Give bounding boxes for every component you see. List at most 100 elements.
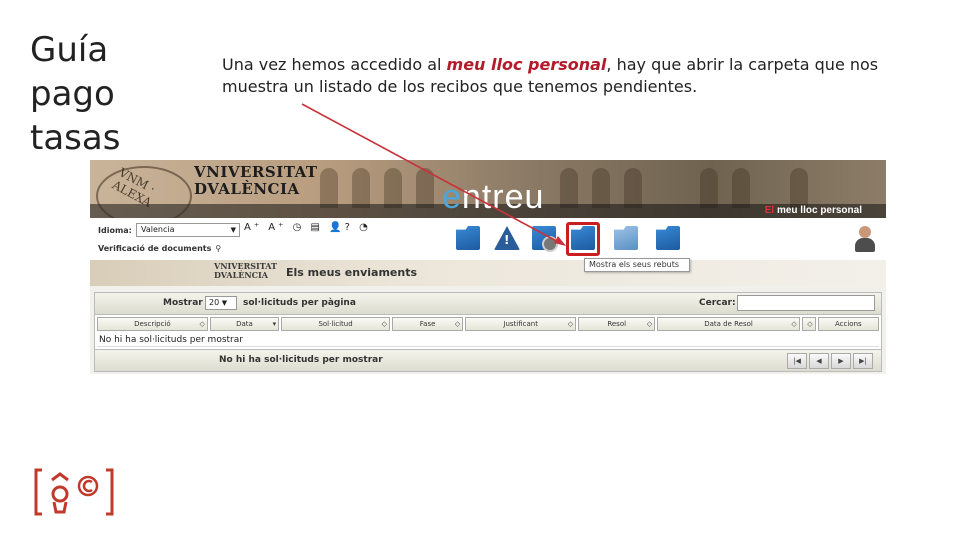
language-value: Valencia (141, 225, 175, 234)
page-size-select[interactable]: 20 ▼ (205, 296, 237, 310)
mostrar-label: Mostrar (163, 298, 203, 308)
section-uv-line-2: DVALÈNCIA (214, 270, 268, 280)
table-toolbar: Mostrar 20 ▼ sol·licituds per pàgina Cer… (95, 293, 881, 315)
col-data[interactable]: Data ▾ (209, 317, 280, 331)
sort-icon: ◇ (381, 320, 387, 328)
column-label: Accions (835, 320, 862, 328)
intro-before: Una vez hemos accedido al (222, 55, 447, 74)
university-logo: VNIVERSITAT DVALÈNCIA (194, 164, 318, 198)
user-icon[interactable] (854, 226, 876, 254)
banner-arch (624, 168, 642, 208)
brand-head (51, 485, 69, 503)
search-input[interactable] (737, 295, 875, 311)
title-line-2: pago (30, 74, 115, 114)
intro-highlight: meu lloc personal (446, 55, 607, 74)
sort-desc-icon: ▾ (272, 320, 277, 328)
section-university-logo: VNIVERSITAT DVALÈNCIA (214, 262, 277, 280)
banner-arch (352, 168, 370, 208)
accessibility-tools[interactable]: A⁺ A⁺ ◷ ▤ 👤? ◔ (244, 222, 371, 233)
meu-lloc-link[interactable]: El meu lloc personal (765, 205, 862, 216)
app-name: entreu (442, 178, 544, 217)
section-title: Els meus enviaments (286, 266, 418, 279)
banner-arch (320, 168, 338, 208)
footer-message: No hi ha sol·licituds per mostrar (219, 355, 383, 365)
next-page-button[interactable]: ▶ (831, 353, 851, 369)
university-seal: VNM · ALEXA (96, 165, 192, 218)
col-resol[interactable]: Resol ◇ (578, 317, 656, 331)
brand-chevron (51, 472, 69, 482)
brand-bracket-left (34, 468, 42, 516)
col-data-resol[interactable]: Data de Resol ◇ (657, 317, 800, 331)
banner-arch (790, 168, 808, 208)
brand-copyright-ring (77, 475, 99, 497)
search-icon: ⚲ (215, 244, 222, 253)
language-select[interactable]: Valencia ▼ (136, 223, 240, 237)
sort-icon: ◇ (199, 320, 205, 328)
tooltip: Mostra els seus rebuts (584, 258, 690, 272)
meu-lloc-prefix: El (764, 205, 777, 216)
app-name-e: e (442, 178, 462, 216)
pager: |◀ ◀ ▶ ▶| (785, 353, 873, 369)
table-footer: No hi ha sol·licituds per mostrar |◀ ◀ ▶… (95, 349, 881, 371)
first-page-button[interactable]: |◀ (787, 353, 807, 369)
col-justificant[interactable]: Justificant ◇ (465, 317, 577, 331)
sort-icon: ◇ (807, 320, 813, 328)
entreu-screenshot: VNM · ALEXA VNIVERSITAT DVALÈNCIA entreu… (90, 160, 886, 374)
empty-row-message: No hi ha sol·licituds per mostrar (97, 333, 879, 347)
title-line-1: Guía (30, 30, 109, 70)
last-page-button[interactable]: ▶| (853, 353, 873, 369)
chevron-down-icon: ▼ (230, 226, 236, 234)
col-descripcio[interactable]: Descripció ◇ (97, 317, 208, 331)
table-header: Descripció ◇ Data ▾ Sol·licitud ◇ Fase ◇ Jus… (97, 317, 880, 331)
banner-arch (560, 168, 578, 208)
verify-documents-label: Verificació de documents (98, 244, 212, 253)
col-sollicitud[interactable]: Sol·licitud ◇ (281, 317, 390, 331)
avatar-body (855, 238, 875, 252)
col-fase[interactable]: Fase ◇ (391, 317, 464, 331)
idioma-label: Idioma: (98, 226, 132, 235)
brand-logo (34, 468, 114, 516)
column-label: Resol (607, 320, 627, 328)
section-header: VNIVERSITAT DVALÈNCIA Els meus enviament… (90, 260, 886, 286)
chevron-down-icon: ▼ (221, 299, 228, 307)
brand-body (52, 501, 68, 514)
selected-icon-highlight (566, 222, 600, 256)
folder-icon[interactable] (456, 226, 480, 250)
banner-arch (732, 168, 750, 208)
title-line-3: tasas (30, 118, 121, 158)
column-label: Data de Resol (704, 320, 753, 328)
brand-copyright-c (82, 479, 93, 493)
sort-icon: ◇ (567, 320, 574, 328)
col-accions: Accions (817, 317, 880, 331)
banner-arch (592, 168, 610, 208)
banner: VNM · ALEXA VNIVERSITAT DVALÈNCIA entreu… (90, 160, 886, 218)
banner-arch (416, 168, 434, 208)
avatar-head (859, 226, 871, 238)
slide-title: Guía pago tasas (30, 28, 140, 160)
requests-table: Mostrar 20 ▼ sol·licituds per pàgina Cer… (94, 292, 882, 372)
col-extra[interactable]: ◇ (801, 317, 816, 331)
verify-documents-link[interactable]: Verificació de documents ⚲ (98, 244, 221, 253)
column-label: Justificant (503, 320, 538, 328)
page-size-value: 20 (209, 298, 220, 307)
column-label: Fase (419, 320, 436, 328)
app-name-rest: ntreu (461, 178, 545, 216)
sort-icon: ◇ (791, 320, 797, 328)
sort-icon: ◇ (454, 320, 461, 328)
film-folder-icon[interactable] (532, 226, 558, 252)
forward-icon[interactable] (614, 226, 638, 250)
toolbar: Idioma: Valencia ▼ A⁺ A⁺ ◷ ▤ 👤? ◔ Verifi… (90, 218, 886, 260)
banner-arch (384, 168, 402, 208)
intro-text: Una vez hemos accedido al meu lloc perso… (222, 54, 902, 98)
warning-mark: ! (504, 233, 510, 247)
prev-page-button[interactable]: ◀ (809, 353, 829, 369)
home-folder-icon[interactable] (656, 226, 680, 250)
search-label: Cercar: (699, 298, 736, 308)
per-page-label: sol·licituds per pàgina (243, 298, 356, 308)
column-label: Sol·licitud (318, 320, 353, 328)
seal-text: VNM · ALEXA (109, 165, 158, 210)
meu-lloc-text: meu lloc personal (776, 205, 862, 216)
banner-arch (700, 168, 718, 208)
uv-line-1: VNIVERSITAT (194, 163, 318, 181)
brand-bracket-right (106, 468, 114, 516)
